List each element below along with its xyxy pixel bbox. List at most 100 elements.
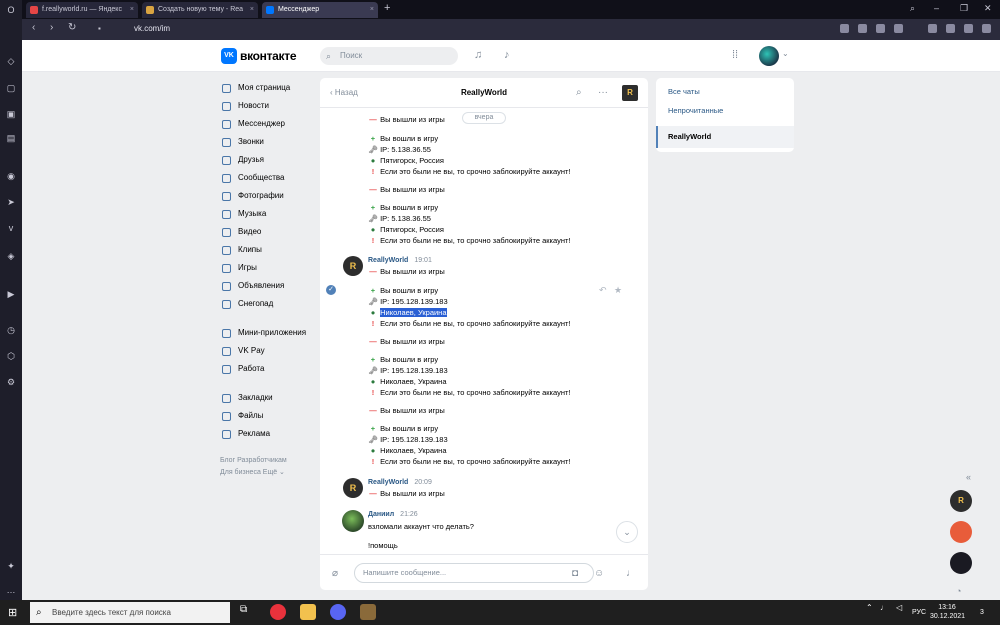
microphone-icon[interactable]: ♩ <box>626 568 636 579</box>
close-icon[interactable]: × <box>370 2 374 18</box>
daniil-avatar[interactable] <box>342 510 364 532</box>
search-input[interactable]: ⌕ Поиск <box>320 47 458 65</box>
forward-icon[interactable]: › <box>50 22 53 33</box>
nav-video[interactable]: Видео <box>220 224 320 240</box>
footer-links-2[interactable]: Для бизнеса Ещё ⌄ <box>220 468 285 476</box>
nav-mini-apps[interactable]: Мини-приложения <box>220 325 320 341</box>
window-close-icon[interactable]: ✕ <box>984 3 992 14</box>
task-view-icon[interactable]: ⧉ <box>240 604 256 620</box>
smile-icon[interactable]: ☺ <box>594 568 604 579</box>
filter-reallyworld[interactable]: ReallyWorld <box>656 126 794 148</box>
nav-snowfall[interactable]: Снегопад <box>220 296 320 312</box>
nav-files[interactable]: Файлы <box>220 408 320 424</box>
collapse-icon[interactable]: « <box>966 472 971 482</box>
filter-unread[interactable]: Непрочитанные <box>668 106 723 115</box>
bookmark-icon[interactable] <box>840 24 849 33</box>
nav-calls[interactable]: Звонки <box>220 134 320 150</box>
clock[interactable]: 13:16 30.12.2021 <box>930 603 965 621</box>
music-icon[interactable]: ♪ <box>504 49 510 61</box>
tab-create-topic[interactable]: Создать новую тему - Rea × <box>142 2 258 18</box>
chat-head-2[interactable] <box>950 521 972 543</box>
vk-logo-text[interactable]: вконтакте <box>240 49 297 63</box>
new-tab-button[interactable]: + <box>384 2 390 14</box>
more-icon[interactable]: … <box>5 584 17 596</box>
url-field[interactable]: vk.com/im <box>134 24 170 33</box>
minecraft-taskbar-icon[interactable] <box>360 604 376 620</box>
tab-reallyworld-search[interactable]: f.reallyworld.ru — Яндекс × <box>26 2 138 18</box>
search-tabs-icon[interactable]: ⌕ <box>910 3 915 14</box>
paperclip-icon[interactable]: ⌀ <box>332 568 338 579</box>
nav-ads[interactable]: Объявления <box>220 278 320 294</box>
notifications-badge[interactable]: 3 <box>980 608 984 617</box>
camera-icon[interactable]: ◘ <box>572 568 578 579</box>
reallyworld-avatar[interactable]: R <box>343 256 363 276</box>
language[interactable]: РУС <box>912 608 926 617</box>
windows-start-icon[interactable]: ⊞ <box>8 606 17 619</box>
settings-icon[interactable]: ⚙ <box>5 376 17 388</box>
nav-communities[interactable]: Сообщества <box>220 170 320 186</box>
twitch-icon[interactable]: ▤ <box>5 132 17 144</box>
player-icon[interactable]: ▶ <box>5 288 17 300</box>
apps-grid-icon[interactable]: ⁞⁞ <box>732 49 738 61</box>
vpn-icon[interactable] <box>876 24 885 33</box>
whatsapp-icon[interactable]: ◉ <box>5 170 17 182</box>
shop-icon[interactable]: ▣ <box>5 108 17 120</box>
microphone-icon[interactable]: ♩ <box>880 603 888 612</box>
download-icon[interactable] <box>946 24 955 33</box>
bell-icon[interactable]: ♫ <box>474 49 482 61</box>
nav-clips[interactable]: Клипы <box>220 242 320 258</box>
selected-check-icon[interactable]: ✓ <box>326 285 336 295</box>
maximize-icon[interactable]: ❐ <box>960 3 968 14</box>
game-icon[interactable]: ◇ <box>5 55 17 67</box>
heart-icon[interactable] <box>894 24 903 33</box>
filter-all-chats[interactable]: Все чаты <box>668 87 700 96</box>
avatar[interactable] <box>759 46 779 66</box>
chevron-down-icon[interactable]: ⌄ <box>782 49 789 58</box>
menu-icon[interactable] <box>982 24 991 33</box>
nav-photos[interactable]: Фотографии <box>220 188 320 204</box>
reload-icon[interactable]: ↻ <box>68 22 76 33</box>
selected-text[interactable]: Николаев, Украина <box>380 308 447 317</box>
explorer-taskbar-icon[interactable] <box>300 604 316 620</box>
volume-icon[interactable]: ◁ <box>896 603 902 612</box>
chat-head-3[interactable] <box>950 552 972 574</box>
nav-friends[interactable]: Друзья <box>220 152 320 168</box>
telegram-icon[interactable]: ➤ <box>5 196 17 208</box>
reallyworld-avatar[interactable]: R <box>343 478 363 498</box>
chat-avatar[interactable]: R <box>622 85 638 101</box>
more-icon[interactable]: ··· <box>598 87 608 98</box>
vk-icon[interactable]: v <box>5 222 17 234</box>
tab-messenger[interactable]: Мессенджер × <box>262 2 378 18</box>
camera-icon[interactable] <box>858 24 867 33</box>
opera-taskbar-icon[interactable] <box>270 604 286 620</box>
message-author[interactable]: ReallyWorld 20:09 <box>368 479 432 486</box>
close-icon[interactable]: × <box>130 2 134 18</box>
minimize-icon[interactable]: – <box>934 3 939 13</box>
history-icon[interactable]: ◷ <box>5 324 17 336</box>
scroll-down-button[interactable]: ⌄ <box>616 521 638 543</box>
search-icon[interactable]: ⌕ <box>576 87 582 98</box>
flow-icon[interactable] <box>964 24 973 33</box>
chat-bubble-icon[interactable]: ◔ <box>956 586 961 596</box>
nav-bookmarks[interactable]: Закладки <box>220 390 320 406</box>
star-icon[interactable]: ★ <box>614 285 622 296</box>
nav-vkpay[interactable]: VK Pay <box>220 343 320 359</box>
footer-links-1[interactable]: Блог Разработчикам <box>220 457 287 464</box>
nav-news[interactable]: Новости <box>220 98 320 114</box>
back-icon[interactable]: ‹ <box>32 22 35 33</box>
nav-advertising[interactable]: Реклама <box>220 426 320 442</box>
message-author[interactable]: ReallyWorld 19:01 <box>368 257 432 264</box>
lock-icon[interactable]: ▪ <box>98 24 101 33</box>
box-icon[interactable]: ⬡ <box>5 350 17 362</box>
pinboard-icon[interactable]: ✦ <box>5 560 17 572</box>
nav-music[interactable]: Музыка <box>220 206 320 222</box>
close-icon[interactable]: × <box>250 2 254 18</box>
nav-work[interactable]: Работа <box>220 361 320 377</box>
chat-head-reallyworld[interactable]: R <box>950 490 972 512</box>
taskbar-search-input[interactable]: ⌕ Введите здесь текст для поиска <box>30 602 230 623</box>
discord-icon[interactable]: ◈ <box>5 250 17 262</box>
reply-icon[interactable]: ↶ <box>599 285 607 296</box>
discord-taskbar-icon[interactable] <box>330 604 346 620</box>
message-input[interactable]: Напишите сообщение... <box>354 563 594 583</box>
vk-logo-icon[interactable]: VK <box>221 48 237 64</box>
